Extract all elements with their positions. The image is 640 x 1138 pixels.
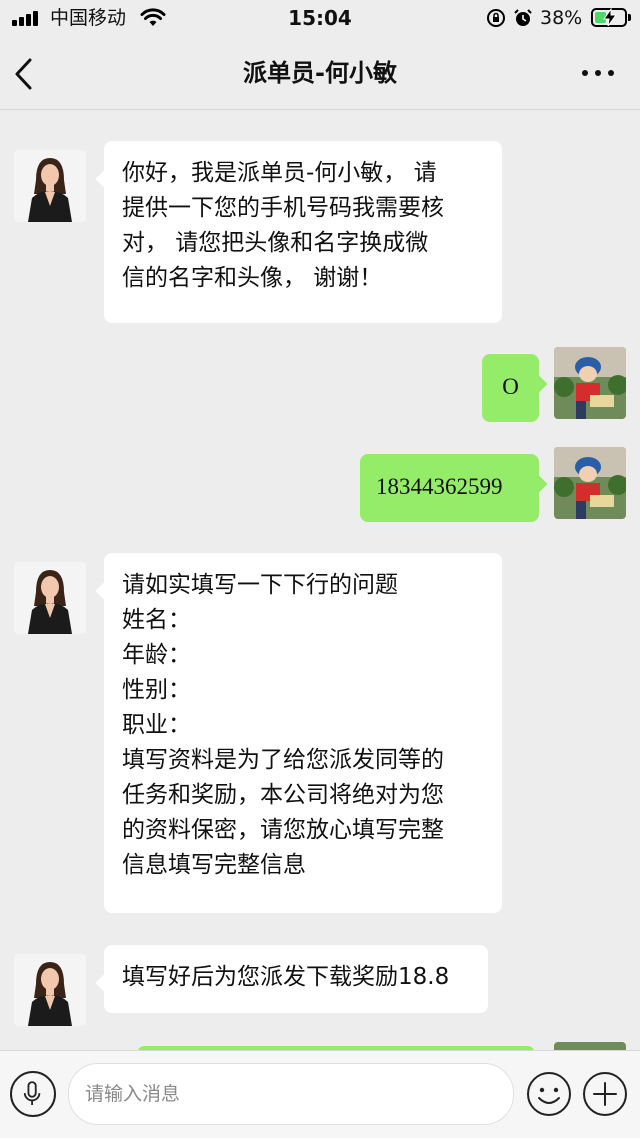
- child-photo-icon: [554, 347, 626, 419]
- chat-screen: 中国移动 15:04 38% 派单员-何小敏 你好，我是派单员-何小敏， 请 提…: [0, 0, 640, 1138]
- message-input[interactable]: [68, 1063, 514, 1125]
- child-photo-icon: [554, 447, 626, 519]
- smiley-icon[interactable]: [526, 1071, 572, 1117]
- user-avatar[interactable]: [554, 347, 626, 419]
- message-text-line: 请如实填写一下下行的问题: [122, 572, 398, 598]
- status-bar: 中国移动 15:04 38%: [0, 0, 640, 36]
- message-text-line: 对， 请您把头像和名字换成微: [122, 230, 429, 256]
- woman-portrait-icon: [14, 562, 86, 634]
- message-text-line: 提供一下您的手机号码我需要核: [122, 195, 444, 221]
- message-text-line: 职业：: [122, 712, 191, 738]
- user-avatar[interactable]: [554, 447, 626, 519]
- charging-bolt-icon: [603, 8, 617, 27]
- message-text-line: 信息填写完整信息: [122, 852, 306, 878]
- message-text-line: 你好，我是派单员-何小敏， 请: [122, 160, 437, 186]
- message-text-line: 的资料保密，请您放心填写完整: [122, 817, 444, 843]
- message-bubble-outgoing[interactable]: O: [482, 354, 539, 422]
- rotation-lock-icon: [487, 9, 505, 27]
- user-avatar-partial: [554, 1042, 626, 1050]
- input-bar: [0, 1050, 640, 1138]
- message-text-line: 填写资料是为了给您派发同等的: [122, 747, 444, 773]
- message-text-line: 信的名字和头像， 谢谢！: [122, 265, 383, 291]
- chat-title: 派单员-何小敏: [243, 59, 397, 87]
- contact-avatar[interactable]: [14, 150, 86, 222]
- message-text-line: O: [502, 374, 519, 399]
- message-text-line: 任务和奖励，本公司将绝对为您: [122, 782, 444, 808]
- message-text-line: 年龄：: [122, 642, 191, 668]
- message-bubble-outgoing[interactable]: 18344362599: [360, 454, 539, 522]
- message-text-line: 18344362599: [376, 474, 503, 499]
- woman-portrait-icon: [14, 954, 86, 1026]
- message-text-line: 填写好后为您派发下载奖励18.8: [122, 964, 450, 990]
- message-bubble-incoming[interactable]: 你好，我是派单员-何小敏， 请 提供一下您的手机号码我需要核 对， 请您把头像和…: [104, 141, 502, 323]
- battery-icon: [591, 8, 631, 27]
- contact-avatar[interactable]: [14, 562, 86, 634]
- message-bubble-incoming[interactable]: 请如实填写一下下行的问题 姓名： 年龄： 性别： 职业： 填写资料是为了给您派发…: [104, 553, 502, 913]
- message-text-line: 性别：: [122, 677, 191, 703]
- more-icon[interactable]: [578, 60, 618, 84]
- plus-icon[interactable]: [582, 1071, 628, 1117]
- woman-portrait-icon: [14, 150, 86, 222]
- message-bubble-incoming[interactable]: 填写好后为您派发下载奖励18.8: [104, 945, 488, 1013]
- battery-percent: 38%: [540, 7, 583, 29]
- nav-bar: 派单员-何小敏: [0, 36, 640, 110]
- message-text-line: 姓名：: [122, 607, 191, 633]
- contact-avatar[interactable]: [14, 954, 86, 1026]
- alarm-icon: [514, 9, 532, 26]
- microphone-icon[interactable]: [10, 1071, 56, 1117]
